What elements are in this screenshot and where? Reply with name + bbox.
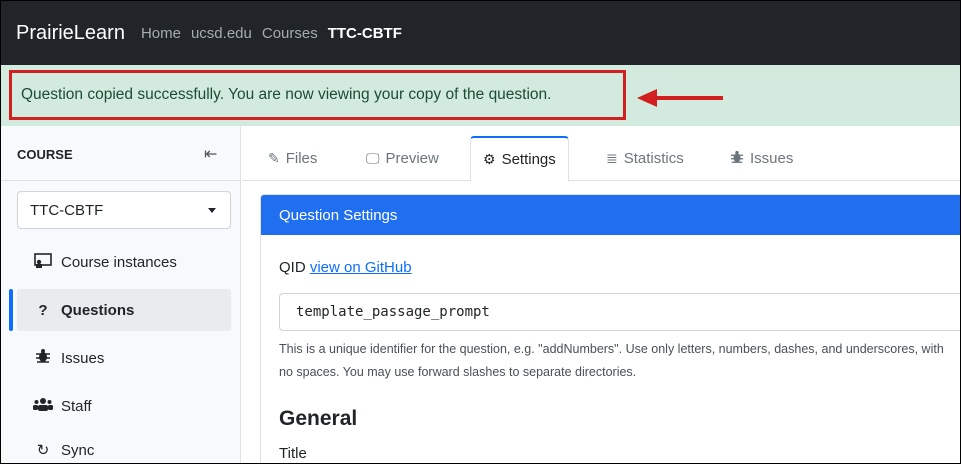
sidebar-item-label: Questions <box>61 301 135 319</box>
chevron-down-icon <box>208 208 216 213</box>
title-label: Title <box>279 445 307 462</box>
question-settings-card: Question Settings QID view on GitHub tem… <box>260 194 960 463</box>
users-icon <box>33 397 53 415</box>
nav-home-link[interactable]: Home <box>141 25 181 42</box>
tab-label: Statistics <box>623 150 684 167</box>
sidebar-item-staff[interactable]: Staff <box>17 385 231 427</box>
course-select-value: TTC-CBTF <box>30 201 104 219</box>
qid-label: QID <box>279 259 306 276</box>
alert-message: Question copied successfully. You are no… <box>21 86 552 103</box>
annotation-arrow-icon <box>637 89 723 107</box>
view-on-github-link[interactable]: view on GitHub <box>310 259 412 276</box>
chalkboard-teacher-icon <box>33 252 53 272</box>
general-heading: General <box>279 407 358 430</box>
brand-logo[interactable]: PrairieLearn <box>16 22 125 45</box>
sidebar-header: COURSE ⇤ <box>1 126 240 181</box>
top-navbar: PrairieLearn Home ucsd.edu Courses TTC-C… <box>1 1 960 65</box>
app-window: PrairieLearn Home ucsd.edu Courses TTC-C… <box>0 0 961 464</box>
sidebar-item-label: Sync <box>61 441 95 459</box>
sidebar-title: COURSE <box>17 147 73 162</box>
bug-icon <box>730 150 744 167</box>
question-tabs: ✎ Files 🖵 Preview ⚙ Settings ≣ Statistic… <box>242 126 960 182</box>
tab-settings[interactable]: ⚙ Settings <box>470 136 569 182</box>
sidebar-item-course-instances[interactable]: Course instances <box>17 241 231 283</box>
sidebar-item-label: Staff <box>61 397 92 415</box>
question-icon: ? <box>38 301 48 319</box>
sidebar-item-label: Course instances <box>61 253 177 271</box>
nav-courses-link[interactable]: Courses <box>262 25 318 42</box>
card-header: Question Settings <box>261 195 960 235</box>
sync-icon: ↻ <box>36 442 50 459</box>
card-title: Question Settings <box>279 206 398 224</box>
chart-icon: ≣ <box>606 150 618 166</box>
sidebar-item-questions[interactable]: ? Questions <box>17 289 231 331</box>
tab-label: Issues <box>750 150 794 167</box>
qid-field[interactable]: template_passage_prompt <box>279 293 960 331</box>
tab-statistics[interactable]: ≣ Statistics <box>594 136 696 181</box>
tab-preview[interactable]: 🖵 Preview <box>354 136 451 181</box>
sidebar-item-issues[interactable]: Issues <box>17 337 231 379</box>
qid-help-text: This is a unique identifier for the ques… <box>279 342 944 379</box>
success-alert: Question copied successfully. You are no… <box>1 65 960 126</box>
collapse-sidebar-icon[interactable]: ⇤ <box>204 144 217 164</box>
course-select[interactable]: TTC-CBTF <box>17 191 231 229</box>
tab-label: Settings <box>501 151 556 168</box>
alert-highlight-box: Question copied successfully. You are no… <box>9 70 626 120</box>
sidebar-item-sync[interactable]: ↻ Sync <box>17 429 231 463</box>
tab-issues[interactable]: Issues <box>718 136 805 181</box>
course-sidebar: COURSE ⇤ TTC-CBTF Course instances ? Que… <box>1 126 241 463</box>
main-content: ✎ Files 🖵 Preview ⚙ Settings ≣ Statistic… <box>242 126 960 463</box>
bug-icon <box>33 348 53 368</box>
nav-current-course-link[interactable]: TTC-CBTF <box>328 25 402 42</box>
active-indicator <box>9 289 13 331</box>
monitor-icon: 🖵 <box>366 150 380 166</box>
nav-institution-link[interactable]: ucsd.edu <box>191 25 252 42</box>
tab-label: Files <box>285 150 318 167</box>
tab-label: Preview <box>385 150 439 167</box>
edit-icon: ✎ <box>268 150 280 166</box>
sidebar-item-label: Issues <box>61 349 105 367</box>
gear-icon: ⚙ <box>483 151 496 167</box>
qid-label-row: QID view on GitHub <box>279 259 412 276</box>
tab-files[interactable]: ✎ Files <box>256 136 329 181</box>
